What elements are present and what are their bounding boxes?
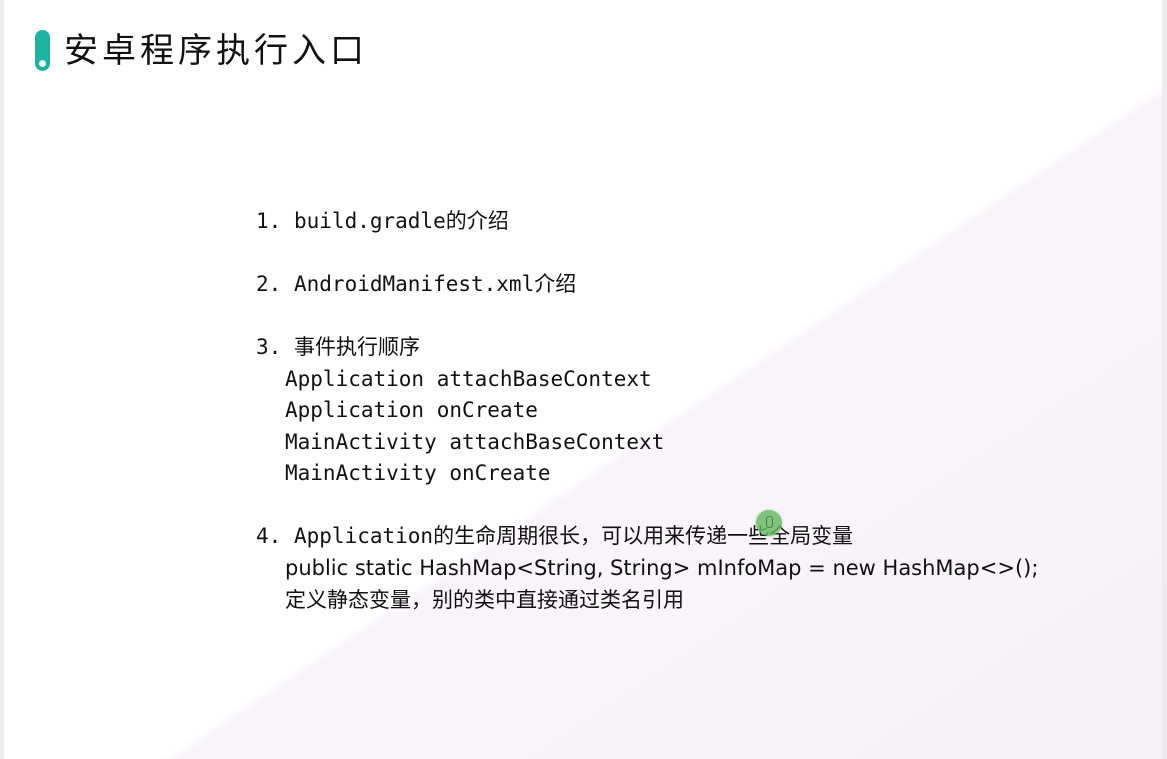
- event-order-line-3: MainActivity attachBaseContext: [285, 430, 665, 454]
- slide-content: 1. build.gradle的介绍 2. AndroidManifest.xml介…: [0, 0, 1167, 759]
- code-line-hashmap: public static HashMap<String, String> mI…: [285, 556, 1039, 580]
- mouse-cursor-icon: [756, 510, 782, 536]
- list-item-heading: build.gradle的介绍: [294, 209, 509, 233]
- list-item-heading: 事件执行顺序: [294, 335, 420, 359]
- note-static-variable: 定义静态变量，别的类中直接通过类名引用: [285, 588, 684, 612]
- list-item-number: 3.: [256, 335, 282, 359]
- event-order-line-4: MainActivity onCreate: [285, 461, 551, 485]
- list-item-1: 1. build.gradle的介绍: [256, 208, 509, 234]
- event-order-line-1: Application attachBaseContext: [285, 367, 652, 391]
- list-item-2: 2. AndroidManifest.xml介绍: [256, 271, 576, 297]
- list-item-number: 1.: [256, 209, 282, 233]
- list-item-3: 3. 事件执行顺序: [256, 334, 420, 360]
- list-item-number: 4.: [256, 524, 282, 548]
- list-item-number: 2.: [256, 272, 282, 296]
- event-order-line-2: Application onCreate: [285, 398, 538, 422]
- list-item-heading: AndroidManifest.xml介绍: [294, 272, 577, 296]
- slide: 安卓程序执行入口 1. build.gradle的介绍 2. AndroidMani…: [0, 0, 1167, 759]
